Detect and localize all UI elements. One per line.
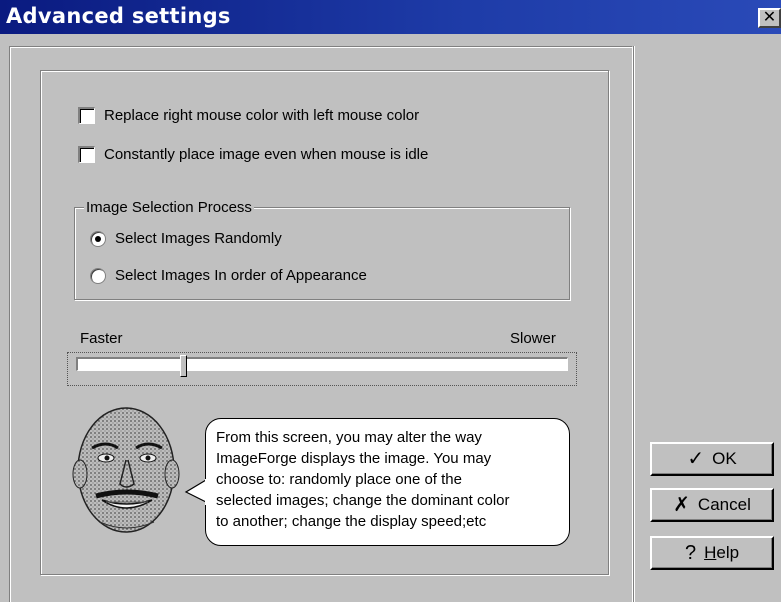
speech-bubble-tail — [184, 479, 208, 505]
help-speech-bubble: From this screen, you may alter the way … — [205, 418, 570, 546]
radio-label: Select Images In order of Appearance — [115, 267, 367, 284]
help-text-line: choose to: randomly place one of the — [216, 471, 462, 488]
slider-min-label: Faster — [80, 330, 123, 347]
help-text-line: selected images; change the dominant col… — [216, 492, 510, 509]
title-bar: Advanced settings — [0, 0, 781, 34]
cancel-button[interactable]: ✗ Cancel — [650, 488, 774, 522]
constant-place-checkbox[interactable] — [78, 146, 95, 163]
face-portrait-icon — [72, 407, 180, 533]
x-cross-icon: ✗ — [673, 494, 690, 516]
constant-place-option[interactable]: Constantly place image even when mouse i… — [78, 146, 428, 163]
radio-label: Select Images Randomly — [115, 230, 282, 247]
help-button[interactable]: ? Help — [650, 536, 774, 570]
radio-button-selected[interactable] — [90, 230, 106, 247]
cancel-button-label: Cancel — [697, 495, 751, 514]
replace-color-checkbox[interactable] — [78, 107, 95, 124]
help-text-line: to another; change the display speed;etc — [216, 513, 487, 530]
constant-place-label: Constantly place image even when mouse i… — [104, 146, 429, 163]
help-button-label: Help — [704, 543, 740, 562]
button-panel-divider — [633, 46, 635, 602]
close-icon: ✕ — [762, 9, 777, 26]
radio-select-randomly[interactable]: Select Images Randomly — [90, 230, 282, 247]
speed-slider-thumb[interactable] — [180, 355, 187, 377]
slider-max-label: Slower — [510, 330, 556, 347]
replace-color-option[interactable]: Replace right mouse color with left mous… — [78, 107, 419, 124]
question-mark-icon: ? — [684, 542, 697, 564]
checkmark-icon: ✓ — [687, 448, 705, 470]
radio-select-in-order[interactable]: Select Images In order of Appearance — [90, 267, 367, 284]
image-selection-group — [74, 207, 570, 300]
ok-button[interactable]: ✓ OK — [650, 442, 774, 476]
image-selection-group-title: Image Selection Process — [84, 199, 254, 216]
replace-color-label: Replace right mouse color with left mous… — [104, 107, 420, 124]
speed-slider-track[interactable] — [76, 357, 568, 371]
radio-button[interactable] — [90, 267, 106, 284]
close-button[interactable]: ✕ — [758, 8, 781, 28]
ok-button-label: OK — [712, 449, 737, 468]
help-text-line: ImageForge displays the image. You may — [216, 450, 492, 467]
window-title: Advanced settings — [6, 4, 231, 28]
help-text-line: From this screen, you may alter the way — [216, 429, 482, 446]
